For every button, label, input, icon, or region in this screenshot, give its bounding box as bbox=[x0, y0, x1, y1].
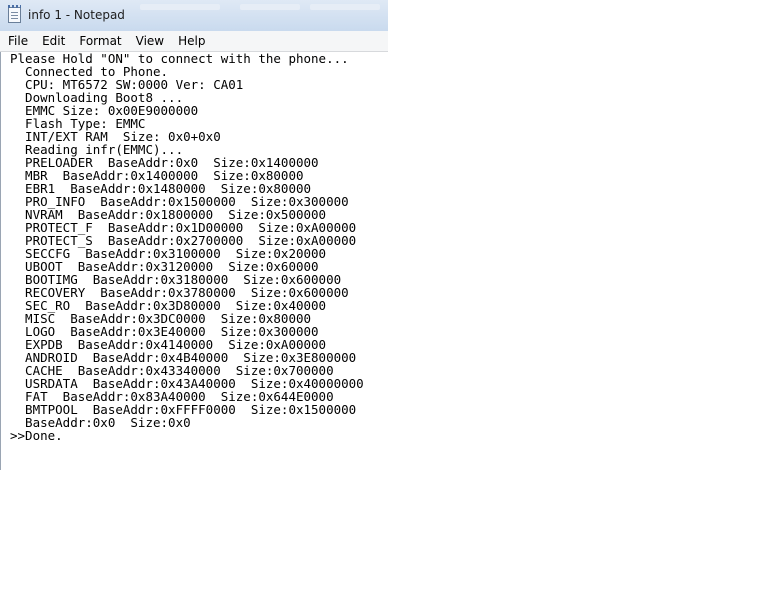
menu-bar: File Edit Format View Help bbox=[0, 31, 388, 52]
text-line: >>Done. bbox=[10, 428, 63, 443]
notepad-window: info 1 - Notepad File Edit Format View H… bbox=[0, 0, 388, 470]
title-bar[interactable]: info 1 - Notepad bbox=[0, 0, 388, 32]
menu-view[interactable]: View bbox=[129, 31, 171, 51]
menu-file[interactable]: File bbox=[0, 31, 35, 51]
text-editor[interactable]: Please Hold "ON" to connect with the pho… bbox=[0, 52, 388, 470]
window-title: info 1 - Notepad bbox=[28, 8, 125, 22]
blurred-background-strip bbox=[310, 4, 380, 10]
text-line: BaseAddr:0x0 Size:0x0 bbox=[10, 415, 191, 430]
menu-help[interactable]: Help bbox=[171, 31, 212, 51]
editor-text[interactable]: Please Hold "ON" to connect with the pho… bbox=[1, 52, 388, 442]
blurred-background-strip bbox=[240, 4, 300, 10]
notepad-icon[interactable] bbox=[8, 5, 21, 23]
menu-edit[interactable]: Edit bbox=[35, 31, 72, 51]
blurred-background-strip bbox=[140, 4, 220, 10]
menu-format[interactable]: Format bbox=[72, 31, 128, 51]
